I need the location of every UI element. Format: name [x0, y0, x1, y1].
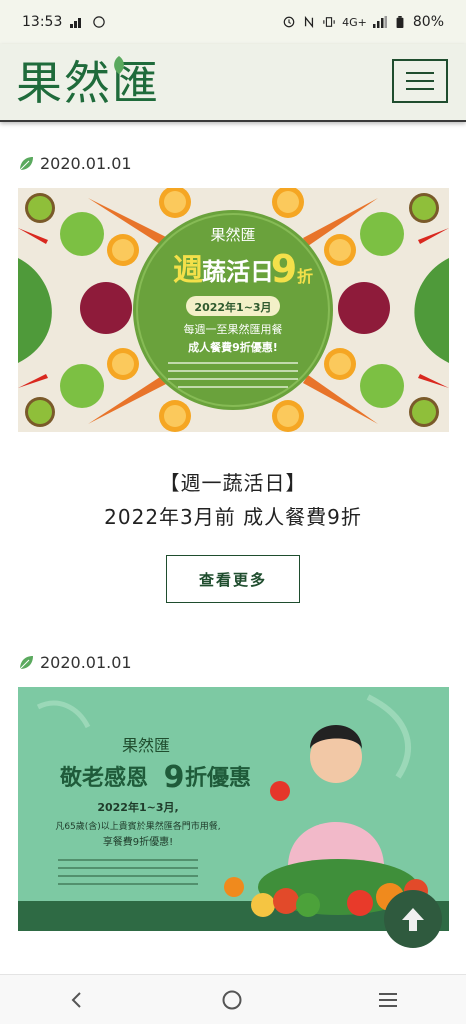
hamburger-line: [406, 72, 434, 74]
status-time: 13:53: [22, 14, 63, 30]
banner2-brand: 果然匯: [122, 736, 170, 755]
recents-lines-icon[interactable]: [377, 990, 399, 1010]
nfc-icon: [305, 16, 314, 28]
post-date-text: 2020.01.01: [40, 154, 132, 173]
view-more-button[interactable]: 查看更多: [166, 555, 300, 603]
site-header: 果然匯: [0, 44, 466, 122]
banner1-line2: 成人餐費9折優惠!: [188, 340, 278, 354]
post-date: 2020.01.01: [18, 154, 132, 173]
vibrate-icon: [323, 17, 335, 27]
banner1-period: 2022年1~3月: [194, 300, 271, 314]
site-logo[interactable]: 果然匯: [16, 54, 160, 112]
post-banner-image[interactable]: 果然匯 敬老感恩 9 折優惠 2022年1~3月, 凡65歲(含)以上貴賓於果然…: [18, 687, 449, 931]
banner2-period: 2022年1~3月,: [97, 800, 178, 814]
post-date-text: 2020.01.01: [40, 653, 132, 672]
battery-icon: [396, 16, 404, 28]
post-banner-image[interactable]: 果然匯 週 蔬活日 9 折 2022年1~3月 每週一至果然匯用餐 成人餐費9折…: [18, 188, 449, 432]
post-title-line1: 【週一蔬活日】: [159, 471, 307, 495]
banner2-headline-tail: 折優惠: [185, 766, 251, 791]
banner1-brand: 果然匯: [210, 226, 255, 244]
banner1-headline-c: 9: [271, 247, 297, 291]
logo-leaf-icon: [114, 56, 124, 74]
banner2-line1: 凡65歲(含)以上貴賓於果然匯各門市用餐,: [55, 820, 220, 832]
scroll-to-top-button[interactable]: [384, 890, 442, 948]
hamburger-line: [406, 80, 434, 82]
vegetable-banner-art: 果然匯 週 蔬活日 9 折 2022年1~3月 每週一至果然匯用餐 成人餐費9折…: [18, 188, 449, 432]
leaf-icon: [19, 655, 33, 669]
cell-signal-icon: [372, 16, 387, 28]
banner1-line1: 每週一至果然匯用餐: [184, 322, 283, 336]
news-list: 2020.01.01 果然匯 週 蔬活日 9 折 2022年1~3月 每週一至果…: [0, 124, 466, 974]
leaf-icon: [19, 156, 33, 170]
signal-activity-icon: [70, 18, 82, 28]
hamburger-line: [406, 88, 434, 90]
app-notification-icon: [93, 16, 106, 28]
alarm-icon: [283, 16, 295, 28]
banner1-headline-d: 折: [297, 267, 313, 286]
back-chevron-icon[interactable]: [67, 990, 87, 1010]
android-nav-bar: [0, 974, 466, 1024]
banner2-headline-num: 9: [164, 760, 185, 795]
post-title-line2: 2022年3月前 成人餐費9折: [104, 505, 362, 529]
network-type: 4G+: [342, 15, 367, 29]
senior-discount-banner-art: 果然匯 敬老感恩 9 折優惠 2022年1~3月, 凡65歲(含)以上貴賓於果然…: [18, 687, 449, 931]
banner1-headline-b: 蔬活日: [202, 258, 274, 286]
post-date: 2020.01.01: [18, 653, 132, 672]
status-bar: 13:53 4G+ 80%: [0, 0, 466, 44]
home-circle-icon[interactable]: [221, 989, 243, 1011]
battery-percent: 80%: [412, 14, 444, 30]
banner1-headline-a: 週: [173, 253, 203, 288]
menu-button[interactable]: [392, 59, 448, 103]
banner2-line2: 享餐費9折優惠!: [103, 835, 173, 848]
arrow-up-icon: [402, 908, 424, 931]
post-title[interactable]: 【週一蔬活日】 2022年3月前 成人餐費9折: [0, 468, 466, 532]
banner2-headline: 敬老感恩: [59, 765, 148, 791]
